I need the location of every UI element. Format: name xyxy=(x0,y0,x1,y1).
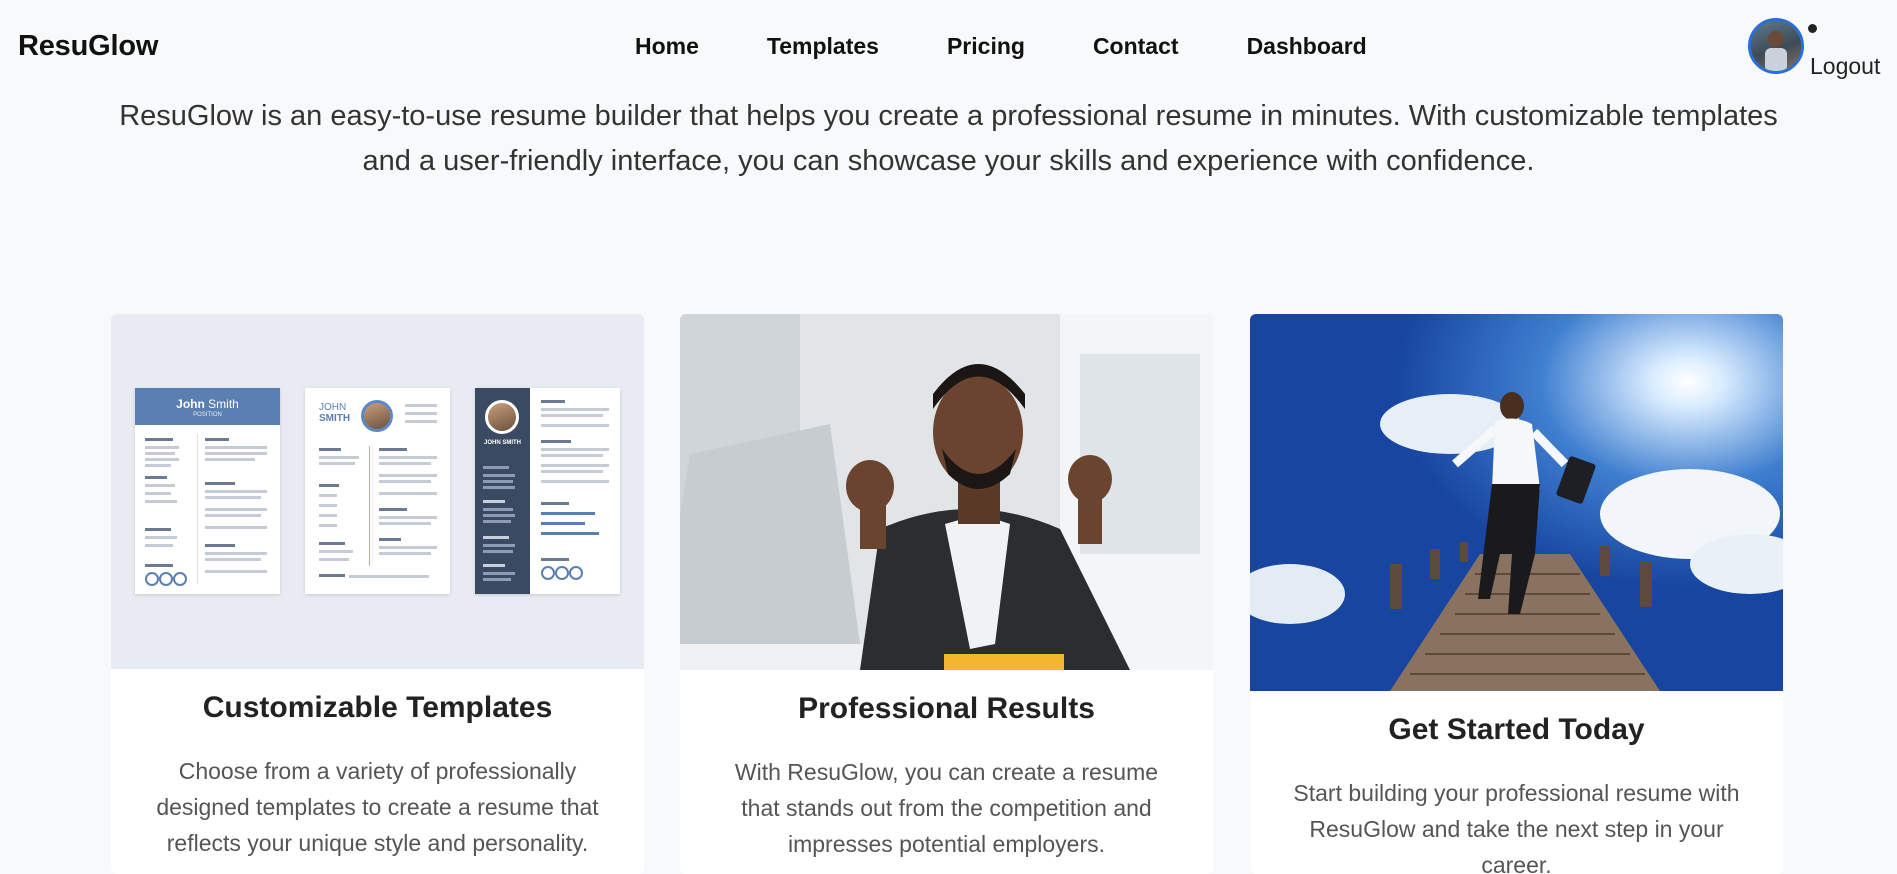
nav-link-templates[interactable]: Templates xyxy=(767,33,879,60)
templates-preview-image: John Smith POSITION JOHN SMITH JOHN SMIT… xyxy=(111,314,644,669)
running-businessman-image xyxy=(1250,314,1783,691)
avatar-person-icon xyxy=(1765,31,1787,71)
feature-card-templates: John Smith POSITION JOHN SMITH JOHN SMIT… xyxy=(111,314,644,874)
professional-photo-illustration xyxy=(680,314,1213,670)
resume-photo-icon xyxy=(485,400,519,434)
feature-card-start: Get Started Today Start building your pr… xyxy=(1250,314,1783,874)
nav-link-pricing[interactable]: Pricing xyxy=(947,33,1025,60)
nav-link-home[interactable]: Home xyxy=(635,33,699,60)
resume-mockup-3: JOHN SMITH xyxy=(475,388,620,594)
happy-professional-image xyxy=(680,314,1213,670)
resume-mockup-1: John Smith POSITION xyxy=(135,388,280,594)
resume-first-name: John xyxy=(176,397,205,411)
resume-position: POSITION xyxy=(193,412,222,418)
card-text-start: Start building your professional resume … xyxy=(1293,780,1740,874)
logout-link[interactable]: Logout xyxy=(1810,53,1880,80)
card-text-results: With ResuGlow, you can create a resume t… xyxy=(734,759,1159,857)
resume-last-name: Smith xyxy=(208,397,239,411)
card-title-templates: Customizable Templates xyxy=(202,691,553,724)
intro-text: ResuGlow is an easy-to-use resume builde… xyxy=(119,100,1778,177)
card-title-start: Get Started Today xyxy=(1388,713,1645,746)
feature-card-results: Professional Results With ResuGlow, you … xyxy=(680,314,1213,874)
status-dot-icon xyxy=(1808,24,1817,33)
nav-link-dashboard[interactable]: Dashboard xyxy=(1247,33,1367,60)
card-text-templates: Choose from a variety of professionally … xyxy=(156,758,599,856)
user-avatar[interactable] xyxy=(1748,18,1804,74)
nav-link-contact[interactable]: Contact xyxy=(1093,33,1179,60)
card-title-results: Professional Results xyxy=(798,692,1095,725)
nav-links: Home Templates Pricing Contact Dashboard xyxy=(635,33,1367,60)
resume-mockup-2: JOHN SMITH xyxy=(305,388,450,594)
brand-logo[interactable]: ResuGlow xyxy=(18,30,158,63)
resume-photo-icon xyxy=(361,400,393,432)
businessman-sky-illustration xyxy=(1250,314,1783,691)
navbar: ResuGlow Home Templates Pricing Contact … xyxy=(0,0,1897,96)
